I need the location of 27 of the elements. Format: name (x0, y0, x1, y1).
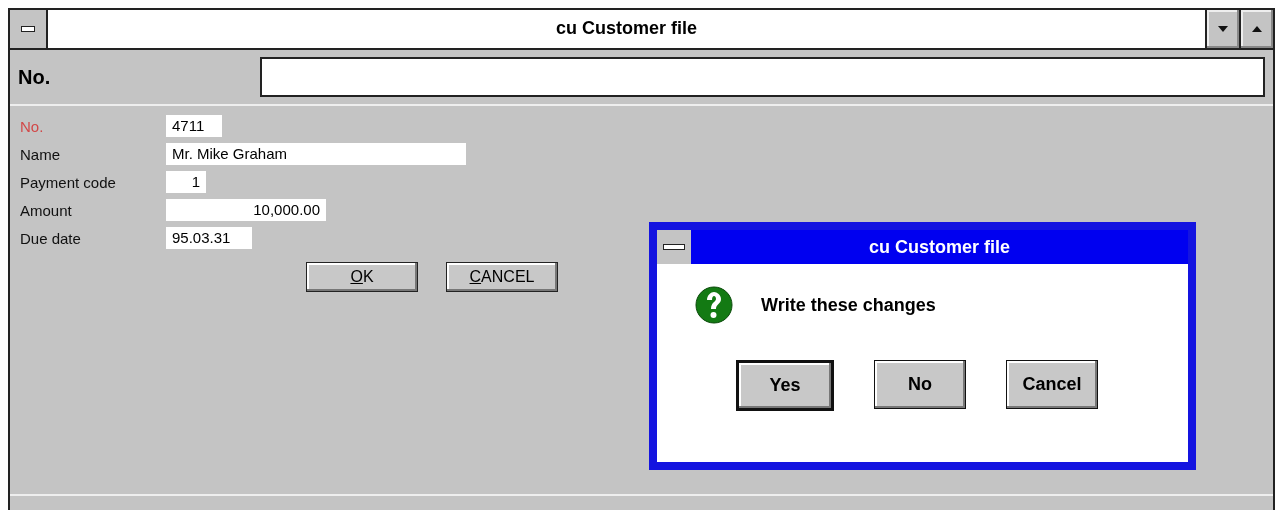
window-title: cu Customer file (555, 17, 698, 40)
input-field[interactable]: Mr. Mike Graham (166, 143, 466, 165)
field-label: Name (20, 145, 61, 163)
field-label: Amount (20, 201, 73, 219)
dialog-title: cu Customer file (868, 236, 1011, 259)
question-icon (695, 286, 733, 324)
system-menu-icon[interactable] (663, 244, 685, 250)
dialog-button[interactable]: No (874, 360, 966, 409)
minimize-button[interactable] (1205, 10, 1239, 48)
up-arrow-icon (1252, 26, 1262, 32)
maximize-button[interactable] (1239, 10, 1273, 48)
dialog-message: Write these changes (761, 294, 936, 316)
dialog-button[interactable]: Yes (736, 360, 834, 411)
field-label: Due date (20, 229, 82, 247)
form-button[interactable]: CANCEL (446, 262, 558, 292)
input-field[interactable]: 10,000.00 (166, 199, 326, 221)
down-arrow-icon (1218, 26, 1228, 32)
input-field[interactable]: 95.03.31 (166, 227, 252, 249)
search-label: No. (18, 65, 52, 89)
input-field[interactable]: 1 (166, 171, 206, 193)
dialog-button[interactable]: Cancel (1006, 360, 1098, 409)
system-menu-icon[interactable] (21, 26, 35, 32)
field-label: Payment code (20, 173, 117, 191)
form-button[interactable]: OK (306, 262, 418, 292)
search-field[interactable] (260, 57, 1265, 97)
input-field[interactable]: 4711 (166, 115, 222, 137)
field-label: No. (20, 117, 45, 135)
